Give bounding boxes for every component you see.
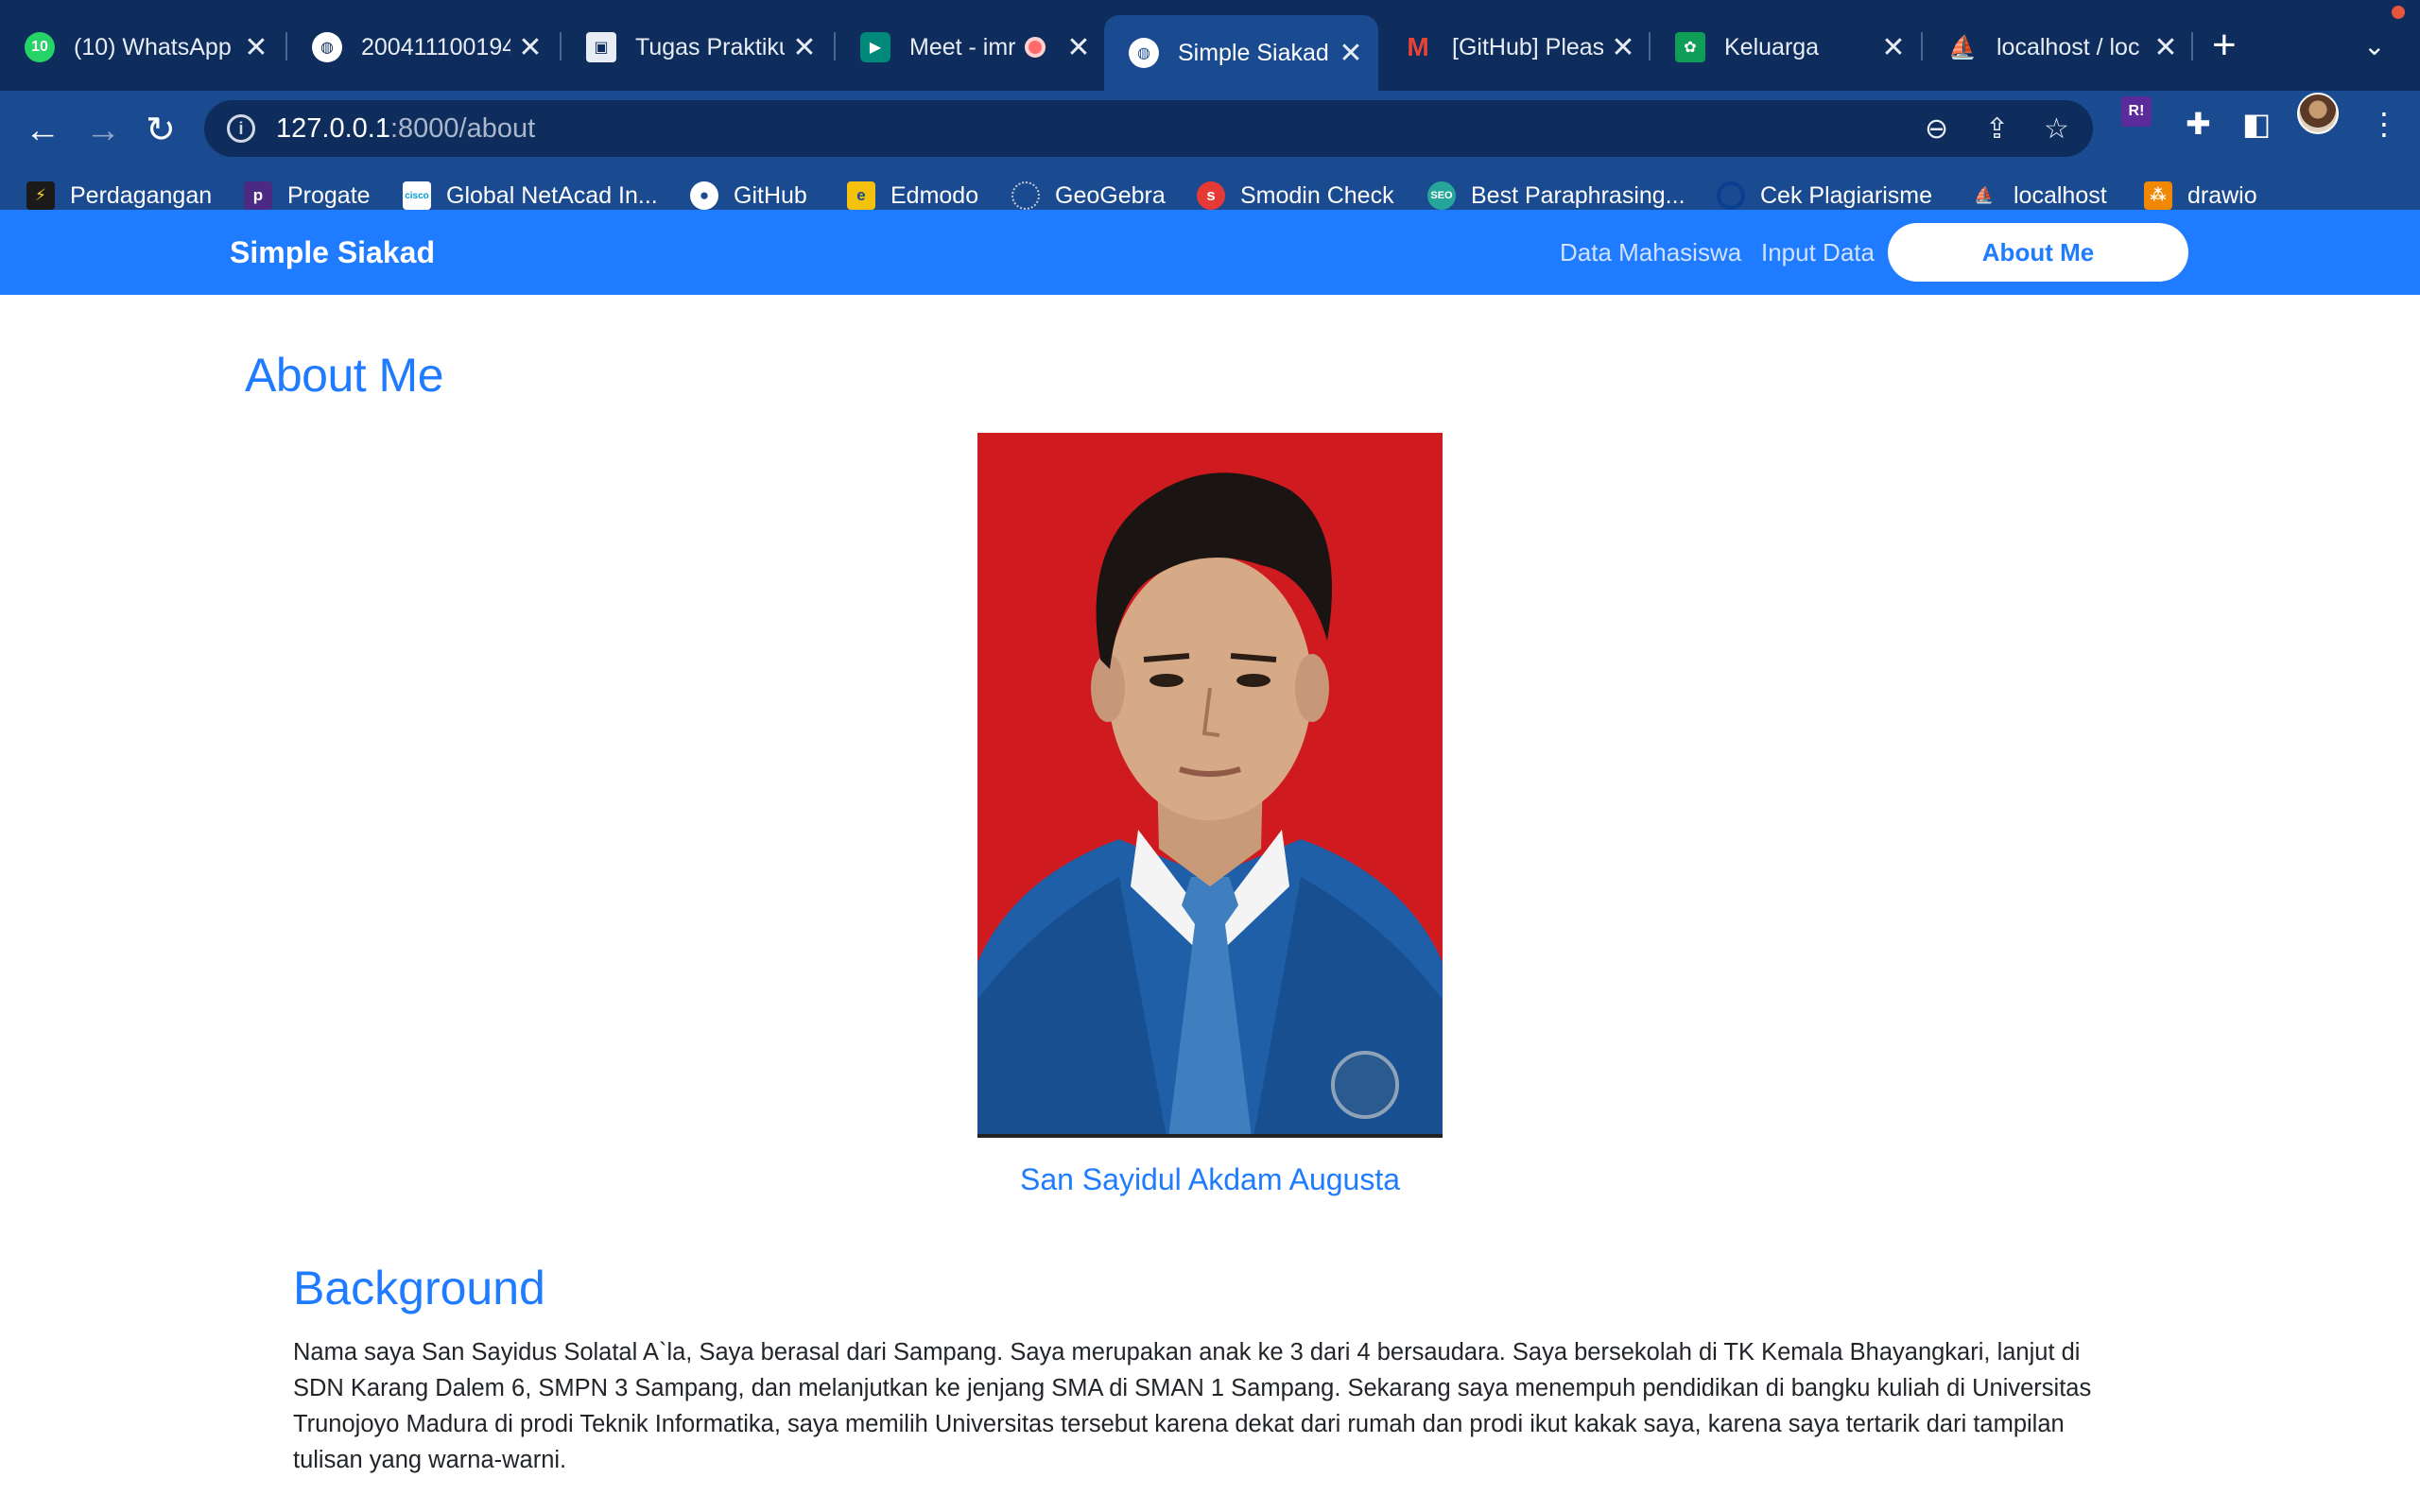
close-icon[interactable]: ✕ xyxy=(1064,31,1093,64)
close-icon[interactable]: ✕ xyxy=(516,31,544,64)
url-host: 127.0.0.1 xyxy=(276,112,390,144)
nav-about-me[interactable]: About Me xyxy=(1888,223,2188,282)
tab-title: Simple Siakad xyxy=(1178,39,1329,66)
extensions-puzzle-icon[interactable]: ✚ xyxy=(2186,106,2211,142)
back-arrow-icon[interactable]: ← xyxy=(25,112,60,149)
brand-link[interactable]: Simple Siakad xyxy=(230,210,435,295)
site-navbar: Simple Siakad Data Mahasiswa Input Data … xyxy=(0,210,2420,295)
tab-simple-siakad[interactable]: ◍ Simple Siakad ✕ xyxy=(1104,15,1378,91)
tab-search-chevron-icon[interactable]: ⌄ xyxy=(2363,30,2385,61)
nav-input-data[interactable]: Input Data xyxy=(1761,210,1875,295)
tab-meet[interactable]: ▶ Meet - imr ✕ xyxy=(836,15,1106,79)
profile-avatar[interactable] xyxy=(2297,93,2339,134)
phpmyadmin-icon: ⛵ xyxy=(1974,186,1995,204)
menu-kebab-icon[interactable]: ⋮ xyxy=(2369,106,2399,142)
github-icon: ● xyxy=(690,181,718,210)
bookmark-label: Progate xyxy=(287,181,371,209)
reload-icon[interactable]: ↻ xyxy=(146,112,176,149)
tab-title: Keluarga xyxy=(1724,33,1820,60)
tab-title: 2004111001945 xyxy=(361,33,510,60)
close-icon[interactable]: ✕ xyxy=(1609,31,1637,64)
bookmark-label: Perdagangan xyxy=(70,181,213,209)
close-icon[interactable]: ✕ xyxy=(1337,37,1365,70)
share-icon[interactable]: ⇪ xyxy=(1985,100,2009,157)
new-tab-plus-icon[interactable]: + xyxy=(2212,25,2237,66)
tab-keluarga[interactable]: ✿ Keluarga ✕ xyxy=(1651,15,1921,79)
close-icon[interactable]: ✕ xyxy=(790,31,819,64)
phpmyadmin-icon: ⛵ xyxy=(1948,34,1977,60)
drawio-icon: ⁂ xyxy=(2144,181,2172,210)
side-panel-icon[interactable]: ◧ xyxy=(2242,106,2271,142)
tab-localhost[interactable]: ⛵ localhost / loc ✕ xyxy=(1923,15,2193,79)
bookmark-label: GeoGebra xyxy=(1055,181,1166,209)
search-icon xyxy=(1717,181,1745,210)
tab-title: [GitHub] Please xyxy=(1452,33,1603,60)
gmail-icon: M xyxy=(1407,32,1429,61)
forward-arrow-icon[interactable]: → xyxy=(85,112,121,149)
smodin-icon: s xyxy=(1197,181,1225,210)
site-info-icon[interactable]: i xyxy=(227,114,255,143)
zoom-icon[interactable]: ⊖ xyxy=(1925,100,1948,157)
close-icon[interactable]: ✕ xyxy=(242,31,270,64)
tab-title: (10) WhatsApp xyxy=(74,33,232,60)
cisco-icon: cisco xyxy=(403,181,431,210)
bookmark-label: GitHub xyxy=(734,181,807,209)
close-icon[interactable]: ✕ xyxy=(2152,31,2180,64)
bookmark-label: Edmodo xyxy=(890,181,979,209)
notification-dot xyxy=(2392,6,2405,19)
background-text: Nama saya San Sayidus Solatal A`la, Saya… xyxy=(293,1339,2092,1473)
meet-icon: ▶ xyxy=(860,32,890,62)
tab-whatsapp[interactable]: 10 (10) WhatsApp ✕ xyxy=(0,15,284,79)
tab-github-gmail[interactable]: M [GitHub] Please ✕ xyxy=(1378,15,1651,79)
address-bar[interactable]: i 127.0.0.1:8000/about ⊖ ⇪ ☆ xyxy=(204,100,2093,157)
globe-icon: ◍ xyxy=(1129,38,1159,68)
classroom-icon: ▣ xyxy=(586,32,616,62)
recording-icon xyxy=(1025,37,1046,58)
sheets-icon: ✿ xyxy=(1675,32,1705,62)
nav-data-mahasiswa[interactable]: Data Mahasiswa xyxy=(1560,210,1741,295)
bookmark-star-icon[interactable]: ☆ xyxy=(2044,100,2069,157)
bookmark-label: Global NetAcad In... xyxy=(446,181,658,209)
close-icon[interactable]: ✕ xyxy=(1879,31,1908,64)
browser-toolbar: ← → ↻ i 127.0.0.1:8000/about ⊖ ⇪ ☆ ✚ ◧ ⋮… xyxy=(0,91,2420,227)
tab-title: localhost / loc xyxy=(1996,33,2140,60)
tab-title: Meet - imr xyxy=(909,33,1016,60)
tab-strip: 10 (10) WhatsApp ✕ ◍ 2004111001945 ✕ ▣ T… xyxy=(0,0,2420,91)
geogebra-icon xyxy=(1011,181,1040,210)
bookmark-label: Cek Plagiarisme xyxy=(1760,181,1933,209)
tab-2004111001945[interactable]: ◍ 2004111001945 ✕ xyxy=(287,15,558,79)
web-page: Simple Siakad Data Mahasiswa Input Data … xyxy=(0,210,2420,1512)
profile-photo xyxy=(977,433,1443,1138)
lightning-icon: ⚡ xyxy=(26,181,55,210)
bookmark-label: drawio xyxy=(2187,181,2257,209)
edmodo-icon: e xyxy=(847,181,875,210)
url-path: :8000/about xyxy=(389,112,536,144)
page-title: About Me xyxy=(245,349,444,402)
profile-name: San Sayidul Akdam Augusta xyxy=(1019,1162,1401,1196)
seo-icon: SEO xyxy=(1427,181,1456,210)
tab-title: Tugas Praktikum xyxy=(635,33,785,60)
globe-icon: ◍ xyxy=(312,32,342,62)
tab-tugas-praktikum[interactable]: ▣ Tugas Praktikum ✕ xyxy=(562,15,832,79)
extension-r-icon[interactable]: R! xyxy=(2121,96,2152,127)
bookmark-label: Smodin Check xyxy=(1240,181,1394,209)
progate-icon: p xyxy=(244,181,272,210)
bookmark-label: localhost xyxy=(2014,181,2107,209)
whatsapp-icon: 10 xyxy=(25,32,55,62)
background-heading: Background xyxy=(293,1262,545,1314)
bookmark-label: Best Paraphrasing... xyxy=(1471,181,1685,209)
